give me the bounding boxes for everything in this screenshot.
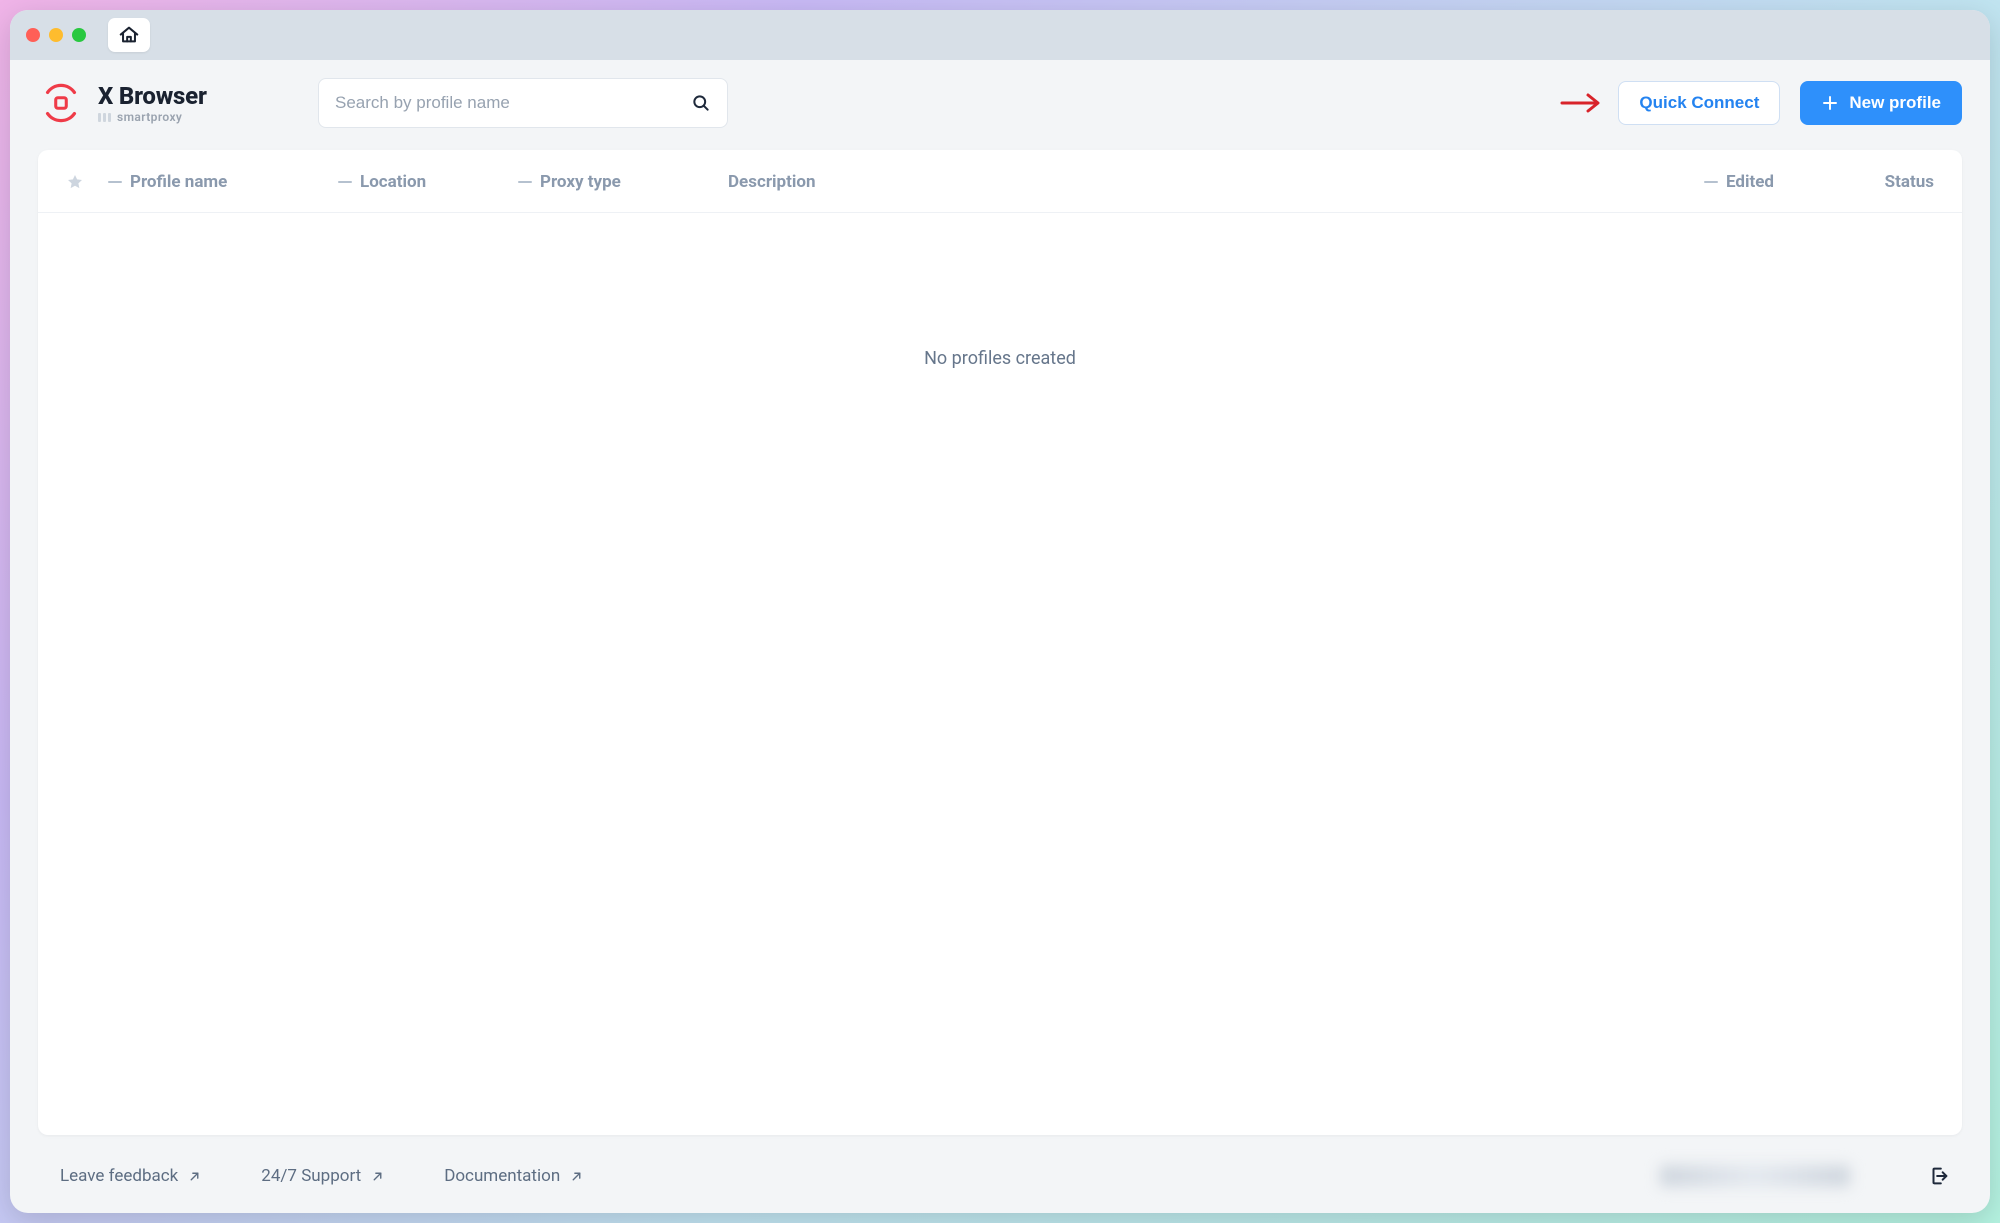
window-controls	[26, 28, 86, 42]
column-location[interactable]: Location	[338, 172, 518, 192]
close-window-button[interactable]	[26, 28, 40, 42]
minimize-window-button[interactable]	[49, 28, 63, 42]
column-status: Status	[1844, 172, 1934, 192]
titlebar	[10, 10, 1990, 60]
star-icon	[66, 173, 84, 191]
callout-arrow-icon	[1560, 92, 1604, 114]
empty-state: No profiles created	[38, 213, 1962, 1135]
support-link[interactable]: 24/7 Support	[261, 1166, 384, 1186]
quick-connect-button[interactable]: Quick Connect	[1618, 81, 1780, 125]
sort-icon	[338, 181, 352, 184]
search-input[interactable]	[335, 93, 681, 113]
leave-feedback-link[interactable]: Leave feedback	[60, 1166, 201, 1186]
external-link-icon	[570, 1170, 583, 1183]
search-field[interactable]	[318, 78, 728, 128]
account-label-redacted	[1660, 1165, 1850, 1187]
column-proxy-type[interactable]: Proxy type	[518, 172, 728, 192]
external-link-icon	[371, 1170, 384, 1183]
external-link-icon	[188, 1170, 201, 1183]
maximize-window-button[interactable]	[72, 28, 86, 42]
column-favorite[interactable]	[66, 173, 108, 191]
logout-icon	[1928, 1165, 1950, 1187]
table-header: Profile name Location Proxy type Descrip…	[38, 150, 1962, 213]
sort-icon	[518, 181, 532, 184]
bars-icon	[98, 113, 111, 122]
app-window: X Browser smartproxy Quick	[10, 10, 1990, 1213]
sort-icon	[108, 181, 122, 184]
home-tab[interactable]	[108, 18, 150, 52]
column-description: Description	[728, 172, 958, 192]
logout-button[interactable]	[1928, 1165, 1950, 1187]
column-profile-name[interactable]: Profile name	[108, 172, 338, 192]
footer: Leave feedback 24/7 Support Documentatio…	[10, 1135, 1990, 1213]
plus-icon	[1821, 94, 1839, 112]
profiles-table: Profile name Location Proxy type Descrip…	[38, 150, 1962, 1135]
brand: X Browser smartproxy	[38, 80, 298, 126]
column-edited[interactable]: Edited	[1704, 172, 1844, 192]
documentation-link[interactable]: Documentation	[444, 1166, 583, 1186]
app-logo-icon	[38, 80, 84, 126]
home-icon	[118, 24, 140, 46]
header: X Browser smartproxy Quick	[10, 60, 1990, 140]
app-title: X Browser	[98, 82, 207, 110]
app-subtitle: smartproxy	[98, 110, 207, 124]
new-profile-button[interactable]: New profile	[1800, 81, 1962, 125]
sort-icon	[1704, 181, 1718, 184]
search-icon	[691, 93, 711, 113]
